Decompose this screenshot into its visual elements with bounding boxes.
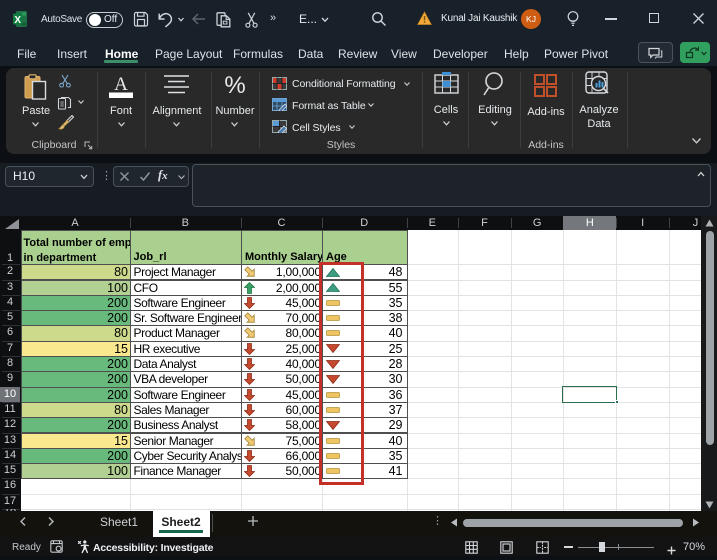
svg-text:A: A: [114, 74, 128, 95]
svg-text:X: X: [14, 15, 21, 26]
